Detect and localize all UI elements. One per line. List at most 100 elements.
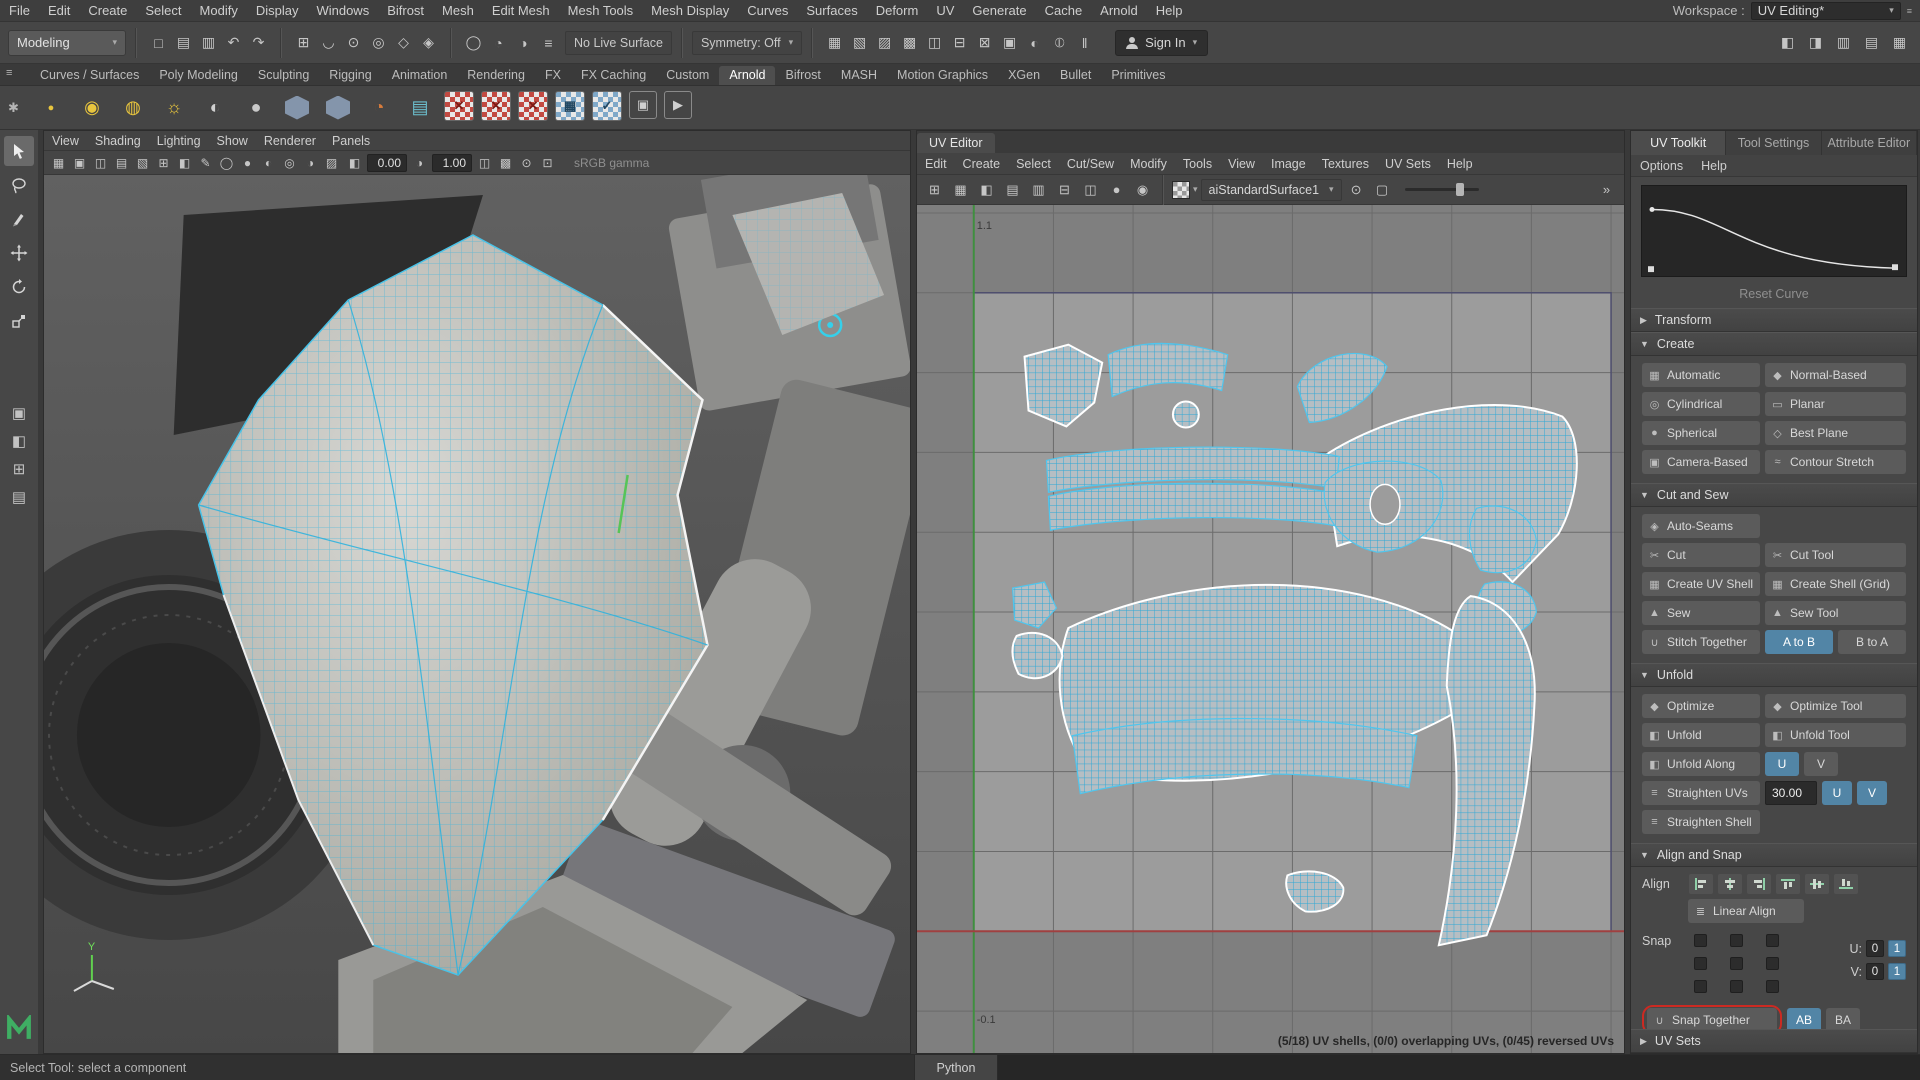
- paint-effects-icon[interactable]: ⊠: [972, 30, 997, 55]
- shelf-tab[interactable]: Bullet: [1050, 66, 1101, 85]
- workspace-selector[interactable]: UV Editing* ▾: [1750, 1, 1901, 20]
- command-line-input[interactable]: [998, 1055, 1920, 1080]
- show-attribute-editor-icon[interactable]: ▤: [1859, 30, 1884, 55]
- align-v-mid-icon[interactable]: [1805, 874, 1829, 894]
- section-uv-sets[interactable]: ▶ UV Sets: [1631, 1029, 1917, 1053]
- wireframe-icon[interactable]: ◯: [216, 153, 237, 173]
- menu-item[interactable]: Bifrost: [378, 0, 433, 21]
- gamma-icon[interactable]: ◑: [409, 153, 430, 173]
- straighten-shell-button[interactable]: ≡ Straighten Shell: [1642, 810, 1760, 834]
- list-icon[interactable]: ≡: [536, 30, 561, 55]
- gamma-field[interactable]: 1.00: [432, 153, 472, 172]
- shelf-tab[interactable]: XGen: [998, 66, 1050, 85]
- straighten-u-button[interactable]: U: [1822, 781, 1852, 805]
- shelf-tab[interactable]: Custom: [656, 66, 719, 85]
- uv-distortion-icon[interactable]: ⊟: [1053, 179, 1076, 201]
- select-camera-icon[interactable]: ▦: [48, 153, 69, 173]
- unfold-along-button[interactable]: ◧ Unfold Along: [1642, 752, 1760, 776]
- uv-dim-image-icon[interactable]: ●: [1105, 179, 1128, 201]
- toolkit-menu-item[interactable]: Options: [1631, 155, 1692, 176]
- ipr-render-icon[interactable]: ▨: [872, 30, 897, 55]
- textured-icon[interactable]: ◐: [258, 153, 279, 173]
- scale-tool[interactable]: [4, 306, 34, 336]
- align-u-max-icon[interactable]: [1747, 874, 1771, 894]
- uv-shell-border-icon[interactable]: ◧: [975, 179, 998, 201]
- toolkit-tab[interactable]: UV Toolkit: [1631, 131, 1727, 155]
- uv-menu-item[interactable]: View: [1220, 153, 1263, 174]
- sew-button[interactable]: ▲ Sew: [1642, 601, 1760, 625]
- snap-together-button[interactable]: ∪ Snap Together: [1647, 1008, 1777, 1029]
- camera-attributes-icon[interactable]: ◫: [90, 153, 111, 173]
- section-cut-and-sew[interactable]: ▼ Cut and Sew: [1631, 483, 1917, 507]
- uv-baked-texture-icon[interactable]: ⊙: [1345, 179, 1368, 201]
- paint-select-tool[interactable]: [4, 204, 34, 234]
- uv-menu-item[interactable]: Image: [1263, 153, 1314, 174]
- arnold-export-standin-icon[interactable]: [321, 91, 355, 125]
- snap-to-grid-icon[interactable]: ⊞: [291, 30, 316, 55]
- sew-tool-button[interactable]: ▲ Sew Tool: [1765, 601, 1906, 625]
- two-pane-layout-icon[interactable]: ◧: [12, 432, 26, 450]
- snap-checkbox[interactable]: [1730, 934, 1743, 947]
- shelf-tab[interactable]: Curves / Surfaces: [30, 66, 149, 85]
- normal-based-projection-button[interactable]: ◆ Normal-Based: [1765, 363, 1906, 387]
- optimize-tool-button[interactable]: ◆ Optimize Tool: [1765, 694, 1906, 718]
- camera-based-projection-button[interactable]: ▣ Camera-Based: [1642, 450, 1760, 474]
- snap-checkbox[interactable]: [1766, 980, 1779, 993]
- unfold-button[interactable]: ◧ Unfold: [1642, 723, 1760, 747]
- snap-v-max-field[interactable]: 1: [1888, 963, 1906, 980]
- construction-history-icon[interactable]: ◑: [511, 30, 536, 55]
- new-scene-icon[interactable]: □: [146, 30, 171, 55]
- reset-curve-button[interactable]: Reset Curve: [1631, 282, 1917, 308]
- shelf-tab[interactable]: Sculpting: [248, 66, 319, 85]
- b-to-a-button[interactable]: B to A: [1838, 630, 1906, 654]
- outliner-layout-icon[interactable]: ▤: [12, 488, 26, 506]
- multisample-icon[interactable]: ▩: [495, 153, 516, 173]
- snap-checkbox[interactable]: [1694, 980, 1707, 993]
- menu-item[interactable]: Mesh Display: [642, 0, 738, 21]
- input-connections-icon[interactable]: ◯: [461, 30, 486, 55]
- planar-projection-button[interactable]: ▭ Planar: [1765, 392, 1906, 416]
- two-d-pan-zoom-icon[interactable]: ⊞: [153, 153, 174, 173]
- menu-item[interactable]: Windows: [307, 0, 378, 21]
- cut-button[interactable]: ✂ Cut: [1642, 543, 1760, 567]
- uv-image-range-icon[interactable]: ▢: [1371, 179, 1394, 201]
- select-tool[interactable]: [4, 136, 34, 166]
- menu-item[interactable]: Select: [136, 0, 190, 21]
- arnold-skydome-light-icon[interactable]: ◉: [75, 91, 109, 125]
- snap-v-min-field[interactable]: 0: [1866, 963, 1884, 980]
- toolkit-tab[interactable]: Tool Settings: [1726, 131, 1822, 155]
- automatic-projection-button[interactable]: ▦ Automatic: [1642, 363, 1760, 387]
- spherical-projection-button[interactable]: ● Spherical: [1642, 421, 1760, 445]
- a-to-b-button[interactable]: A to B: [1765, 630, 1833, 654]
- snap-u-min-field[interactable]: 0: [1866, 940, 1884, 957]
- stitch-together-button[interactable]: ∪ Stitch Together: [1642, 630, 1760, 654]
- image-plane-icon[interactable]: ▧: [132, 153, 153, 173]
- sign-in-button[interactable]: Sign In ▾: [1115, 29, 1209, 56]
- menu-item[interactable]: File: [0, 0, 39, 21]
- uv-menu-item[interactable]: Cut/Sew: [1059, 153, 1122, 174]
- best-plane-projection-button[interactable]: ◇ Best Plane: [1765, 421, 1906, 445]
- auto-seams-button[interactable]: ◈ Auto-Seams: [1642, 514, 1760, 538]
- viewport-menu-item[interactable]: Panels: [324, 131, 378, 150]
- make-live-icon[interactable]: ◈: [416, 30, 441, 55]
- viewport-menu-item[interactable]: View: [44, 131, 87, 150]
- menu-item[interactable]: Modify: [191, 0, 247, 21]
- gear-icon[interactable]: ✱: [8, 100, 19, 116]
- shelf-tab[interactable]: Motion Graphics: [887, 66, 998, 85]
- arnold-tx-manager-icon[interactable]: ▦: [555, 90, 585, 121]
- arnold-flush-texture-cache-icon[interactable]: ✕: [444, 90, 474, 121]
- snap-checkbox[interactable]: [1766, 934, 1779, 947]
- arnold-area-light-icon[interactable]: ●: [34, 91, 68, 125]
- hypershade-icon[interactable]: ▣: [997, 30, 1022, 55]
- align-v-min-icon[interactable]: [1834, 874, 1858, 894]
- uv-canvas[interactable]: 1.1 -0.1 (5/18) UV shells, (0/0) overlap…: [917, 205, 1624, 1053]
- viewport-canvas[interactable]: Y: [44, 175, 910, 1053]
- menu-item[interactable]: Mesh Tools: [559, 0, 643, 21]
- toggle-a-icon[interactable]: ◐: [1022, 30, 1047, 55]
- symmetry-selector[interactable]: Symmetry: Off ▾: [691, 30, 803, 55]
- snap-checkbox[interactable]: [1730, 957, 1743, 970]
- menu-item[interactable]: Display: [247, 0, 308, 21]
- align-u-min-icon[interactable]: [1689, 874, 1713, 894]
- chevron-down-icon[interactable]: ▾: [1193, 184, 1198, 195]
- expand-toolbar-icon[interactable]: »: [1595, 179, 1618, 201]
